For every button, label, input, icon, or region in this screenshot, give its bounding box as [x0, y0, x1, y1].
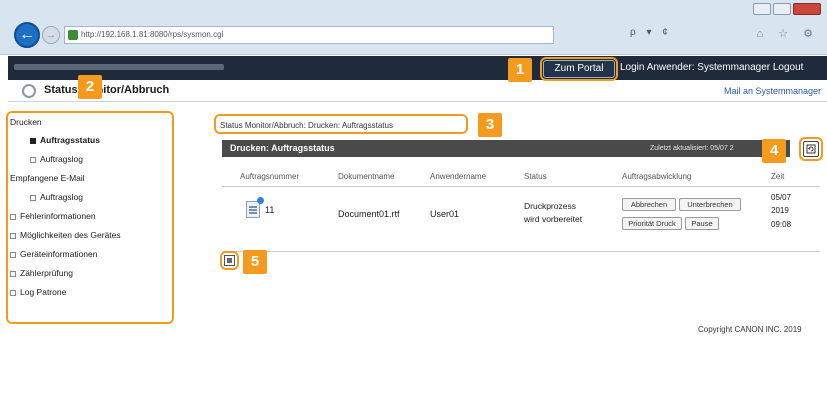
col-header-status: Status [524, 172, 547, 181]
row-divider [222, 251, 820, 252]
pause-job-button[interactable]: Pause [685, 217, 719, 230]
job-time-line1: 05/07 [771, 193, 792, 202]
close-button[interactable] [793, 3, 821, 15]
minimize-button[interactable] [753, 3, 771, 15]
login-status[interactable]: Login Anwender: Systemmanager Logout [620, 62, 803, 73]
header-divider [222, 186, 820, 187]
cancel-job-button[interactable]: Abbrechen [622, 198, 676, 211]
interrupt-job-button[interactable]: Unterbrechen [679, 198, 741, 211]
window-controls [753, 3, 821, 15]
address-bar[interactable]: http://192.168.1.81:8080/rps/sysmon.cgi [64, 26, 554, 44]
callout-badge-1: 1 [508, 58, 532, 82]
copyright-text: Copyright CANON INC. 2019 [698, 325, 802, 334]
forward-button[interactable]: → [42, 26, 60, 44]
document-name: Document01.rtf [338, 209, 400, 219]
address-url: http://192.168.1.81:8080/rps/sysmon.cgi [81, 30, 224, 39]
callout-badge-4: 4 [762, 139, 786, 163]
callout-badge-5: 5 [243, 250, 267, 274]
callout-box-breadcrumb [214, 114, 468, 134]
mail-admin-link[interactable]: Mail an Systemmanager [724, 86, 821, 96]
callout-box-sidebar [6, 111, 174, 324]
screenshot-root: ← → http://192.168.1.81:8080/rps/sysmon.… [0, 0, 827, 399]
job-number: 11 [265, 205, 275, 215]
last-updated: Zuletzt aktualisiert: 05/07 2 [650, 145, 734, 152]
callout-box-refresh [799, 137, 823, 161]
panel-title: Drucken: Auftragsstatus [230, 143, 335, 153]
col-header-user: Anwendername [430, 172, 487, 181]
banner-logo [14, 64, 224, 70]
col-header-number: Auftragsnummer [240, 172, 300, 181]
address-tools[interactable]: ρ ▾ ¢ [630, 27, 672, 38]
job-status-line2: wird vorbereitet [524, 214, 583, 224]
callout-badge-2: 2 [78, 75, 102, 99]
site-favicon-icon [68, 30, 78, 40]
priority-print-button[interactable]: Priorität Druck [622, 217, 682, 230]
maximize-button[interactable] [773, 3, 791, 15]
job-time-line3: 09:08 [771, 220, 792, 229]
user-name: User01 [430, 209, 460, 219]
info-badge-icon [257, 197, 264, 204]
job-time-line2: 2019 [771, 206, 789, 215]
col-header-actions: Auftragsabwicklung [622, 172, 692, 181]
page-title: Status Monitor/Abbruch [44, 84, 170, 96]
col-header-document: Dokumentname [338, 172, 395, 181]
back-button[interactable]: ← [14, 22, 40, 48]
callout-badge-3: 3 [478, 113, 502, 137]
callout-box-stop [220, 251, 239, 270]
job-status-line1: Druckprozess [524, 201, 576, 211]
browser-tools[interactable]: ⌂ ☆ ⚙ [757, 27, 819, 40]
col-header-time: Zeit [771, 172, 785, 181]
callout-box-portal [540, 57, 618, 81]
